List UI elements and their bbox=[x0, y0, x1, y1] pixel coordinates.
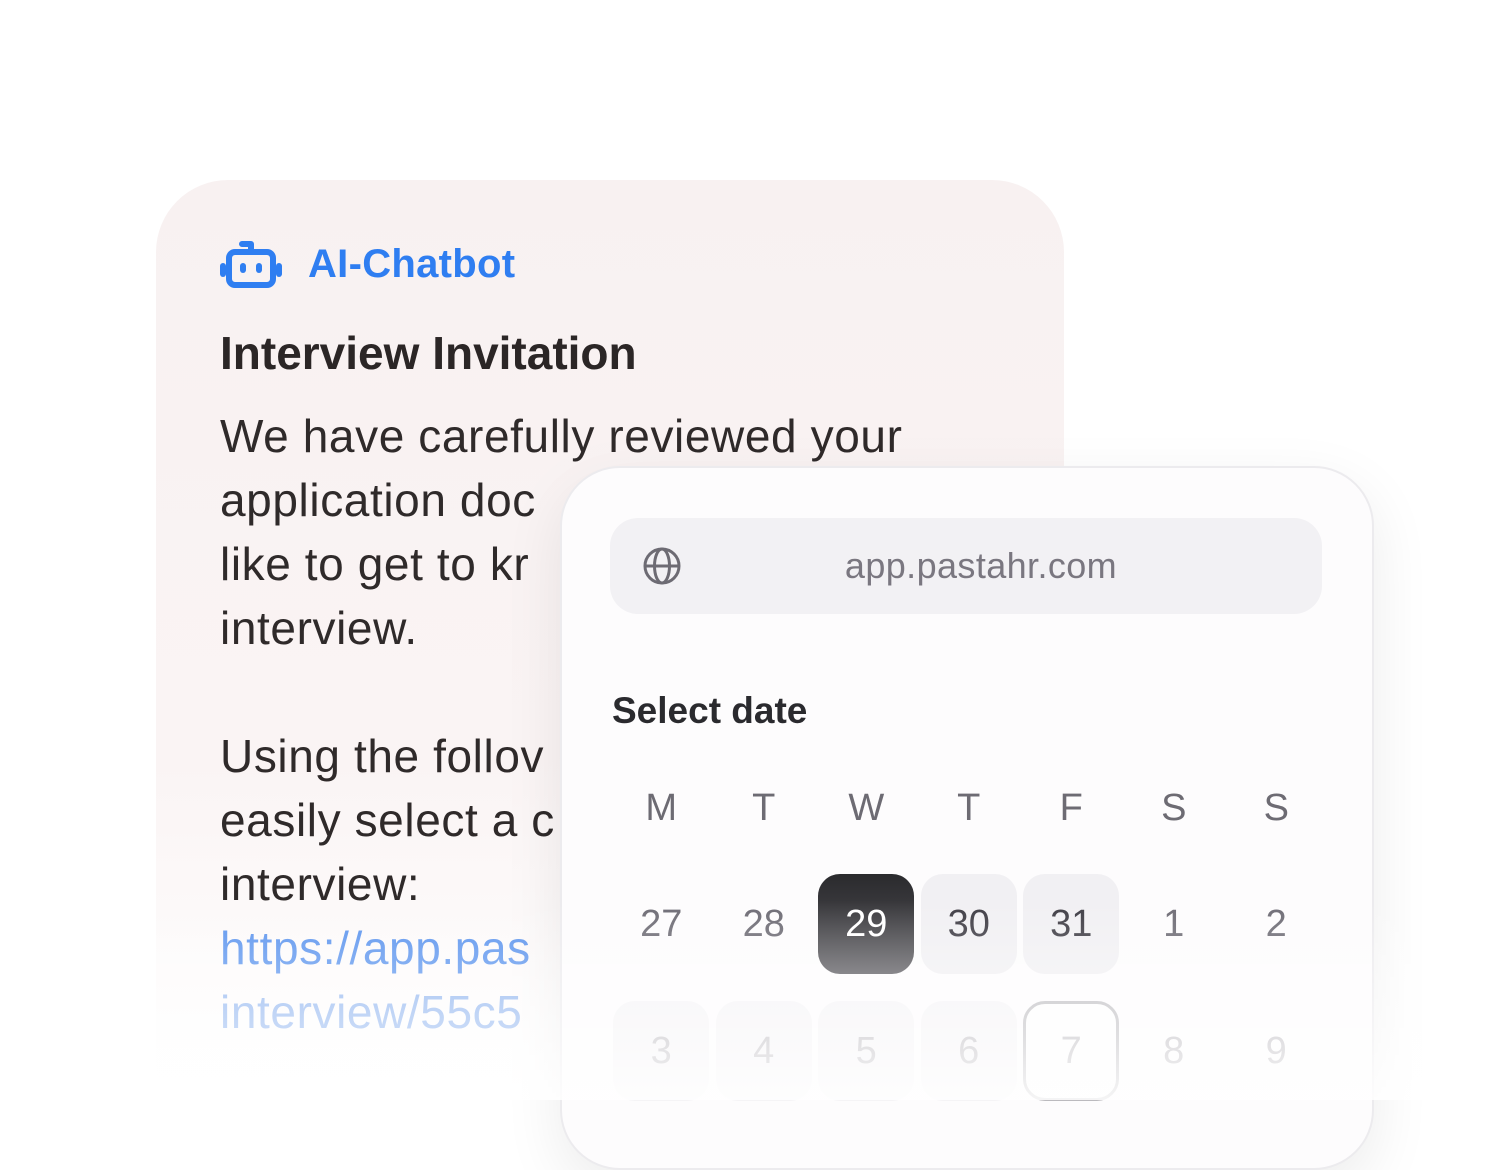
chatbot-header: AI-Chatbot bbox=[220, 236, 515, 292]
calendar-day-selected[interactable]: 29 bbox=[818, 874, 915, 974]
calendar-day: 2 bbox=[1265, 902, 1287, 945]
address-bar[interactable]: app.pastahr.com bbox=[610, 518, 1322, 614]
calendar-day: 9 bbox=[1265, 1029, 1287, 1072]
calendar-day: 27 bbox=[640, 902, 683, 945]
calendar-week: 27 28 29 30 31 1 2 bbox=[610, 874, 1330, 974]
weekday-label: M bbox=[645, 787, 678, 829]
calendar-day: 8 bbox=[1163, 1029, 1185, 1072]
weekday-label: W bbox=[848, 787, 885, 829]
calendar-day-available[interactable]: 6 bbox=[920, 1001, 1017, 1101]
weekday-label: F bbox=[1059, 787, 1083, 829]
weekday-label: T bbox=[957, 787, 981, 829]
select-date-heading: Select date bbox=[612, 690, 808, 731]
robot-icon bbox=[220, 241, 282, 288]
weekday-label: S bbox=[1263, 787, 1289, 829]
date-picker-window: app.pastahr.com Select date M T W T F S … bbox=[560, 466, 1374, 1170]
message-line: We have carefully reviewed your bbox=[220, 410, 903, 462]
weekday-header: M T W T F S S bbox=[610, 778, 1330, 838]
calendar-day-available[interactable]: 30 bbox=[920, 874, 1017, 974]
calendar-day-available[interactable]: 5 bbox=[818, 1001, 915, 1101]
calendar-day: 28 bbox=[742, 902, 785, 945]
url-text: app.pastahr.com bbox=[844, 545, 1118, 586]
calendar-week: 3 4 5 6 7 8 9 bbox=[610, 1001, 1330, 1101]
calendar-day: 1 bbox=[1163, 902, 1185, 945]
weekday-label: T bbox=[752, 787, 776, 829]
weekday-label: S bbox=[1161, 787, 1187, 829]
message-title: Interview Invitation bbox=[220, 327, 637, 379]
calendar-day-available[interactable]: 31 bbox=[1023, 874, 1120, 974]
calendar-day-available[interactable]: 3 bbox=[613, 1001, 710, 1101]
chatbot-name: AI-Chatbot bbox=[308, 241, 516, 286]
calendar-day-available[interactable]: 4 bbox=[715, 1001, 812, 1101]
calendar-day-today[interactable]: 7 bbox=[1023, 1001, 1120, 1101]
